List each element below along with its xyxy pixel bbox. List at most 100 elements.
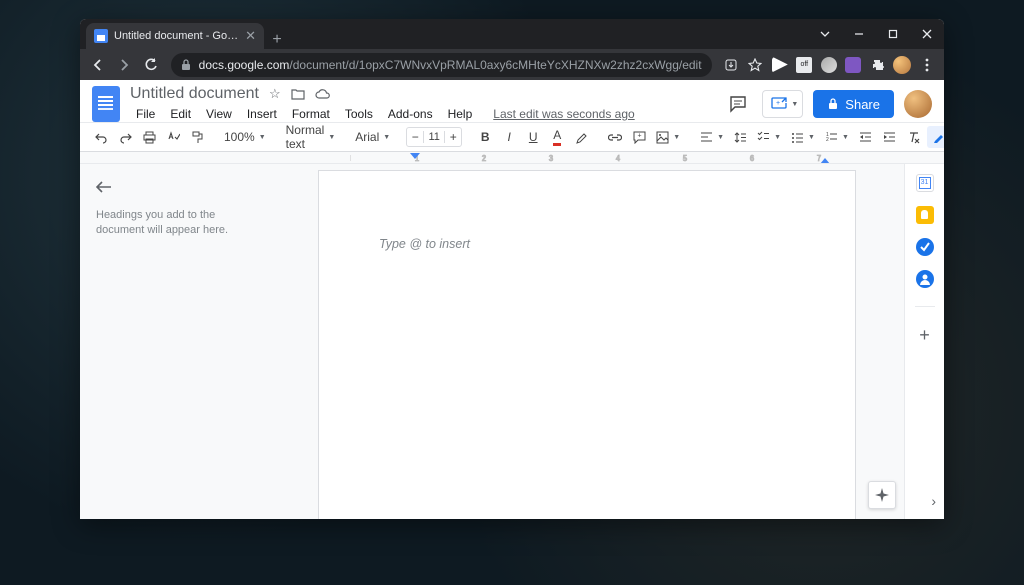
insert-image-button[interactable]: ▼ [652,126,684,148]
menu-format[interactable]: Format [286,105,336,123]
editing-mode-button[interactable]: ▼ [927,126,944,148]
star-document-icon[interactable]: ☆ [269,86,281,102]
style-dropdown[interactable]: Normal text▼ [282,126,340,148]
last-edit-link[interactable]: Last edit was seconds ago [493,107,634,121]
minimize-button[interactable] [842,19,876,49]
zoom-dropdown[interactable]: 100%▼ [220,126,270,148]
insert-comment-button[interactable]: + [628,126,650,148]
print-button[interactable] [138,126,160,148]
clear-formatting-button[interactable] [903,126,925,148]
side-panel: 31 + [904,164,944,519]
get-addons-button[interactable]: + [919,325,930,346]
tab-search-button[interactable] [808,19,842,49]
extension-3-icon[interactable] [818,52,841,78]
svg-text:+: + [776,100,780,107]
svg-text:+: + [637,132,641,139]
explore-button[interactable] [868,481,896,509]
font-size-value[interactable]: 11 [423,131,445,143]
menu-insert[interactable]: Insert [241,105,283,123]
lock-icon [181,59,191,71]
share-button[interactable]: Share [813,90,894,118]
extension-2-icon[interactable]: off [793,52,816,78]
bold-button[interactable]: B [474,126,496,148]
font-size-decrease[interactable]: − [407,130,423,144]
align-button[interactable]: ▼ [696,126,728,148]
contacts-app-icon[interactable] [916,270,934,288]
paint-format-button[interactable] [186,126,208,148]
chrome-window: Untitled document - Google Doc ✕ + docs.… [80,19,944,519]
menu-addons[interactable]: Add-ons [382,105,439,123]
horizontal-ruler[interactable]: 1 2 3 4 5 6 7 [80,152,944,164]
increase-indent-button[interactable] [879,126,901,148]
extension-4-icon[interactable] [842,52,865,78]
spellcheck-button[interactable] [162,126,184,148]
calendar-app-icon[interactable]: 31 [916,174,934,192]
share-label: Share [845,97,880,112]
docs-toolbar: 100%▼ Normal text▼ Arial▼ − 11 + B I U A… [80,122,944,152]
chrome-menu-button[interactable] [916,52,939,78]
account-avatar[interactable] [904,90,932,118]
outline-close-button[interactable] [96,180,254,194]
cloud-status-icon[interactable] [315,89,331,100]
redo-button[interactable] [114,126,136,148]
document-page[interactable]: Type @ to insert [318,170,856,519]
docs-logo-icon[interactable] [92,86,120,122]
new-tab-button[interactable]: + [264,31,290,49]
font-size-increase[interactable]: + [445,130,461,144]
browser-tab[interactable]: Untitled document - Google Doc ✕ [86,23,264,49]
svg-text:2: 2 [482,154,487,163]
reload-button[interactable] [138,52,162,78]
svg-text:2: 2 [826,137,829,143]
hide-side-panel-button[interactable]: › [931,493,936,509]
menu-tools[interactable]: Tools [339,105,379,123]
italic-button[interactable]: I [498,126,520,148]
bulleted-list-button[interactable]: ▼ [787,126,819,148]
decrease-indent-button[interactable] [855,126,877,148]
tasks-app-icon[interactable] [916,238,934,256]
menu-view[interactable]: View [200,105,238,123]
bookmark-star-icon[interactable] [744,52,767,78]
present-button[interactable]: + ▼ [762,90,803,118]
omnibox[interactable]: docs.google.com/document/d/1opxC7WNvxVpR… [171,53,712,77]
extension-1-icon[interactable] [769,52,792,78]
extensions-menu-icon[interactable] [867,52,890,78]
address-bar: docs.google.com/document/d/1opxC7WNvxVpR… [80,49,944,80]
url-path: /document/d/1opxC7WNvxVpRMAL0axy6cMHteYc… [289,58,701,72]
svg-text:5: 5 [683,154,688,163]
highlight-button[interactable] [570,126,592,148]
outline-panel: Headings you add to the document will ap… [80,164,270,519]
back-button[interactable] [86,52,110,78]
font-size-control: − 11 + [406,127,462,147]
keep-app-icon[interactable] [916,206,934,224]
font-dropdown[interactable]: Arial▼ [351,126,394,148]
docs-favicon-icon [94,29,108,43]
undo-button[interactable] [90,126,112,148]
menu-bar: File Edit View Insert Format Tools Add-o… [130,104,724,124]
menu-help[interactable]: Help [442,105,479,123]
profile-button[interactable] [891,52,914,78]
line-spacing-button[interactable] [730,126,751,148]
menu-file[interactable]: File [130,105,161,123]
url-host: docs.google.com [199,58,290,72]
svg-text:6: 6 [750,154,755,163]
underline-button[interactable]: U [522,126,544,148]
close-window-button[interactable] [910,19,944,49]
forward-button[interactable] [112,52,136,78]
insert-link-button[interactable] [604,126,626,148]
maximize-button[interactable] [876,19,910,49]
text-color-button[interactable]: A [546,126,568,148]
tab-strip: Untitled document - Google Doc ✕ + [80,19,944,49]
svg-text:4: 4 [616,154,621,163]
editor-placeholder: Type @ to insert [379,237,470,251]
page-area: Type @ to insert [270,164,904,519]
menu-edit[interactable]: Edit [164,105,197,123]
checklist-button[interactable]: ▼ [753,126,785,148]
comment-history-button[interactable] [724,90,752,118]
install-app-icon[interactable] [720,52,743,78]
move-document-icon[interactable] [291,88,305,100]
close-tab-button[interactable]: ✕ [245,28,256,44]
document-title[interactable]: Untitled document [130,85,259,103]
window-controls [808,19,944,49]
svg-text:7: 7 [817,154,822,163]
numbered-list-button[interactable]: 12▼ [821,126,853,148]
